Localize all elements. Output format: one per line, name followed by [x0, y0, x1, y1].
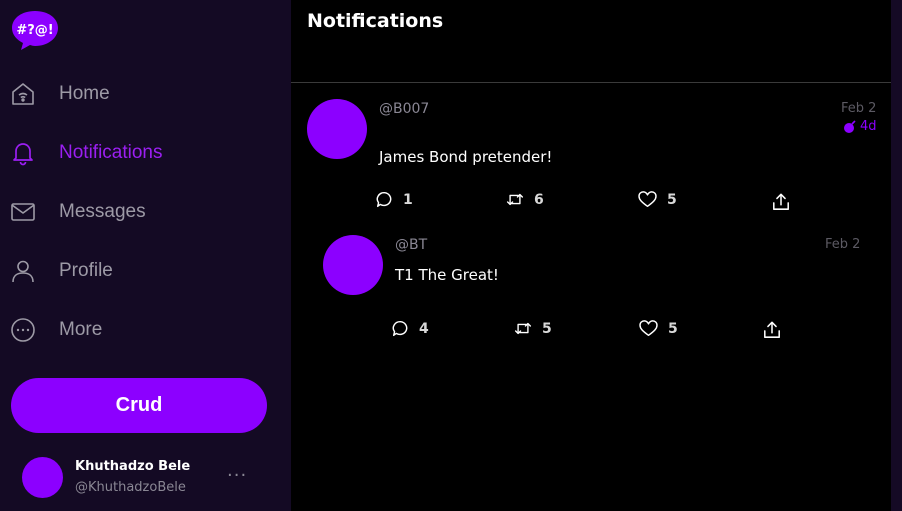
sidebar-item-label: Notifications — [59, 142, 163, 163]
reply-button[interactable]: 4 — [392, 320, 429, 337]
reply-count: 1 — [403, 191, 413, 208]
account-menu-icon[interactable]: ··· — [227, 465, 247, 486]
share-icon — [763, 321, 781, 339]
notification-post[interactable]: @B007 Feb 2 4d James Bond pretender! 1 6 — [291, 83, 891, 223]
avatar[interactable] — [307, 99, 367, 159]
user-name: Khuthadzo Bele — [75, 459, 191, 474]
share-button[interactable] — [772, 193, 790, 211]
bomb-icon — [843, 119, 857, 134]
share-icon — [772, 193, 790, 211]
logo-text: #?@! — [16, 23, 53, 38]
heart-icon — [639, 320, 658, 337]
comment-icon — [392, 320, 409, 337]
account-switcher[interactable]: Khuthadzo Bele @KhuthadzoBele ··· — [22, 457, 282, 499]
retweet-button[interactable]: 6 — [506, 191, 544, 208]
retweet-count: 5 — [542, 320, 552, 337]
retweet-icon — [506, 191, 524, 208]
reply-count: 4 — [419, 320, 429, 337]
app-logo[interactable]: #?@! — [11, 9, 59, 51]
envelope-icon — [10, 199, 36, 225]
post-date: Feb 2 — [841, 101, 877, 116]
reply-button[interactable]: 1 — [376, 191, 413, 208]
like-count: 5 — [667, 191, 677, 208]
sidebar-item-notifications[interactable]: Notifications — [10, 135, 163, 171]
like-button[interactable]: 5 — [639, 320, 678, 337]
sidebar-item-more[interactable]: More — [10, 312, 102, 348]
user-handle: @KhuthadzoBele — [75, 480, 186, 495]
bell-icon — [10, 140, 36, 166]
post-age: 4d — [843, 119, 877, 134]
like-button[interactable]: 5 — [638, 191, 677, 208]
sidebar-item-label: Messages — [59, 201, 146, 222]
scrollbar-track[interactable] — [891, 0, 902, 511]
retweet-count: 6 — [534, 191, 544, 208]
sidebar-item-label: Home — [59, 83, 110, 104]
retweet-button[interactable]: 5 — [514, 320, 552, 337]
sidebar: #?@! Home Notifications Messages Profile… — [0, 0, 291, 511]
page-title: Notifications — [307, 10, 444, 32]
avatar — [22, 457, 63, 498]
home-wifi-icon — [10, 81, 36, 107]
share-button[interactable] — [763, 321, 781, 339]
sidebar-item-label: More — [59, 319, 103, 340]
post-text: James Bond pretender! — [379, 148, 553, 166]
sidebar-item-home[interactable]: Home — [10, 76, 110, 112]
retweet-icon — [514, 320, 532, 337]
person-icon — [10, 258, 36, 284]
crud-button[interactable]: Crud — [11, 378, 267, 433]
post-handle[interactable]: @BT — [395, 237, 427, 253]
main-column: Notifications @B007 Feb 2 4d James Bond … — [291, 0, 891, 511]
sidebar-item-profile[interactable]: Profile — [10, 253, 113, 289]
heart-icon — [638, 191, 657, 208]
like-count: 5 — [668, 320, 678, 337]
avatar[interactable] — [323, 235, 383, 295]
comment-icon — [376, 191, 393, 208]
post-handle[interactable]: @B007 — [379, 101, 429, 117]
post-text: T1 The Great! — [395, 266, 499, 284]
sidebar-item-label: Profile — [59, 260, 113, 281]
sidebar-item-messages[interactable]: Messages — [10, 194, 146, 230]
notification-reply[interactable]: @BT Feb 2 T1 The Great! 4 5 5 — [307, 223, 877, 353]
post-date: Feb 2 — [825, 237, 861, 252]
more-circle-icon — [10, 317, 36, 343]
